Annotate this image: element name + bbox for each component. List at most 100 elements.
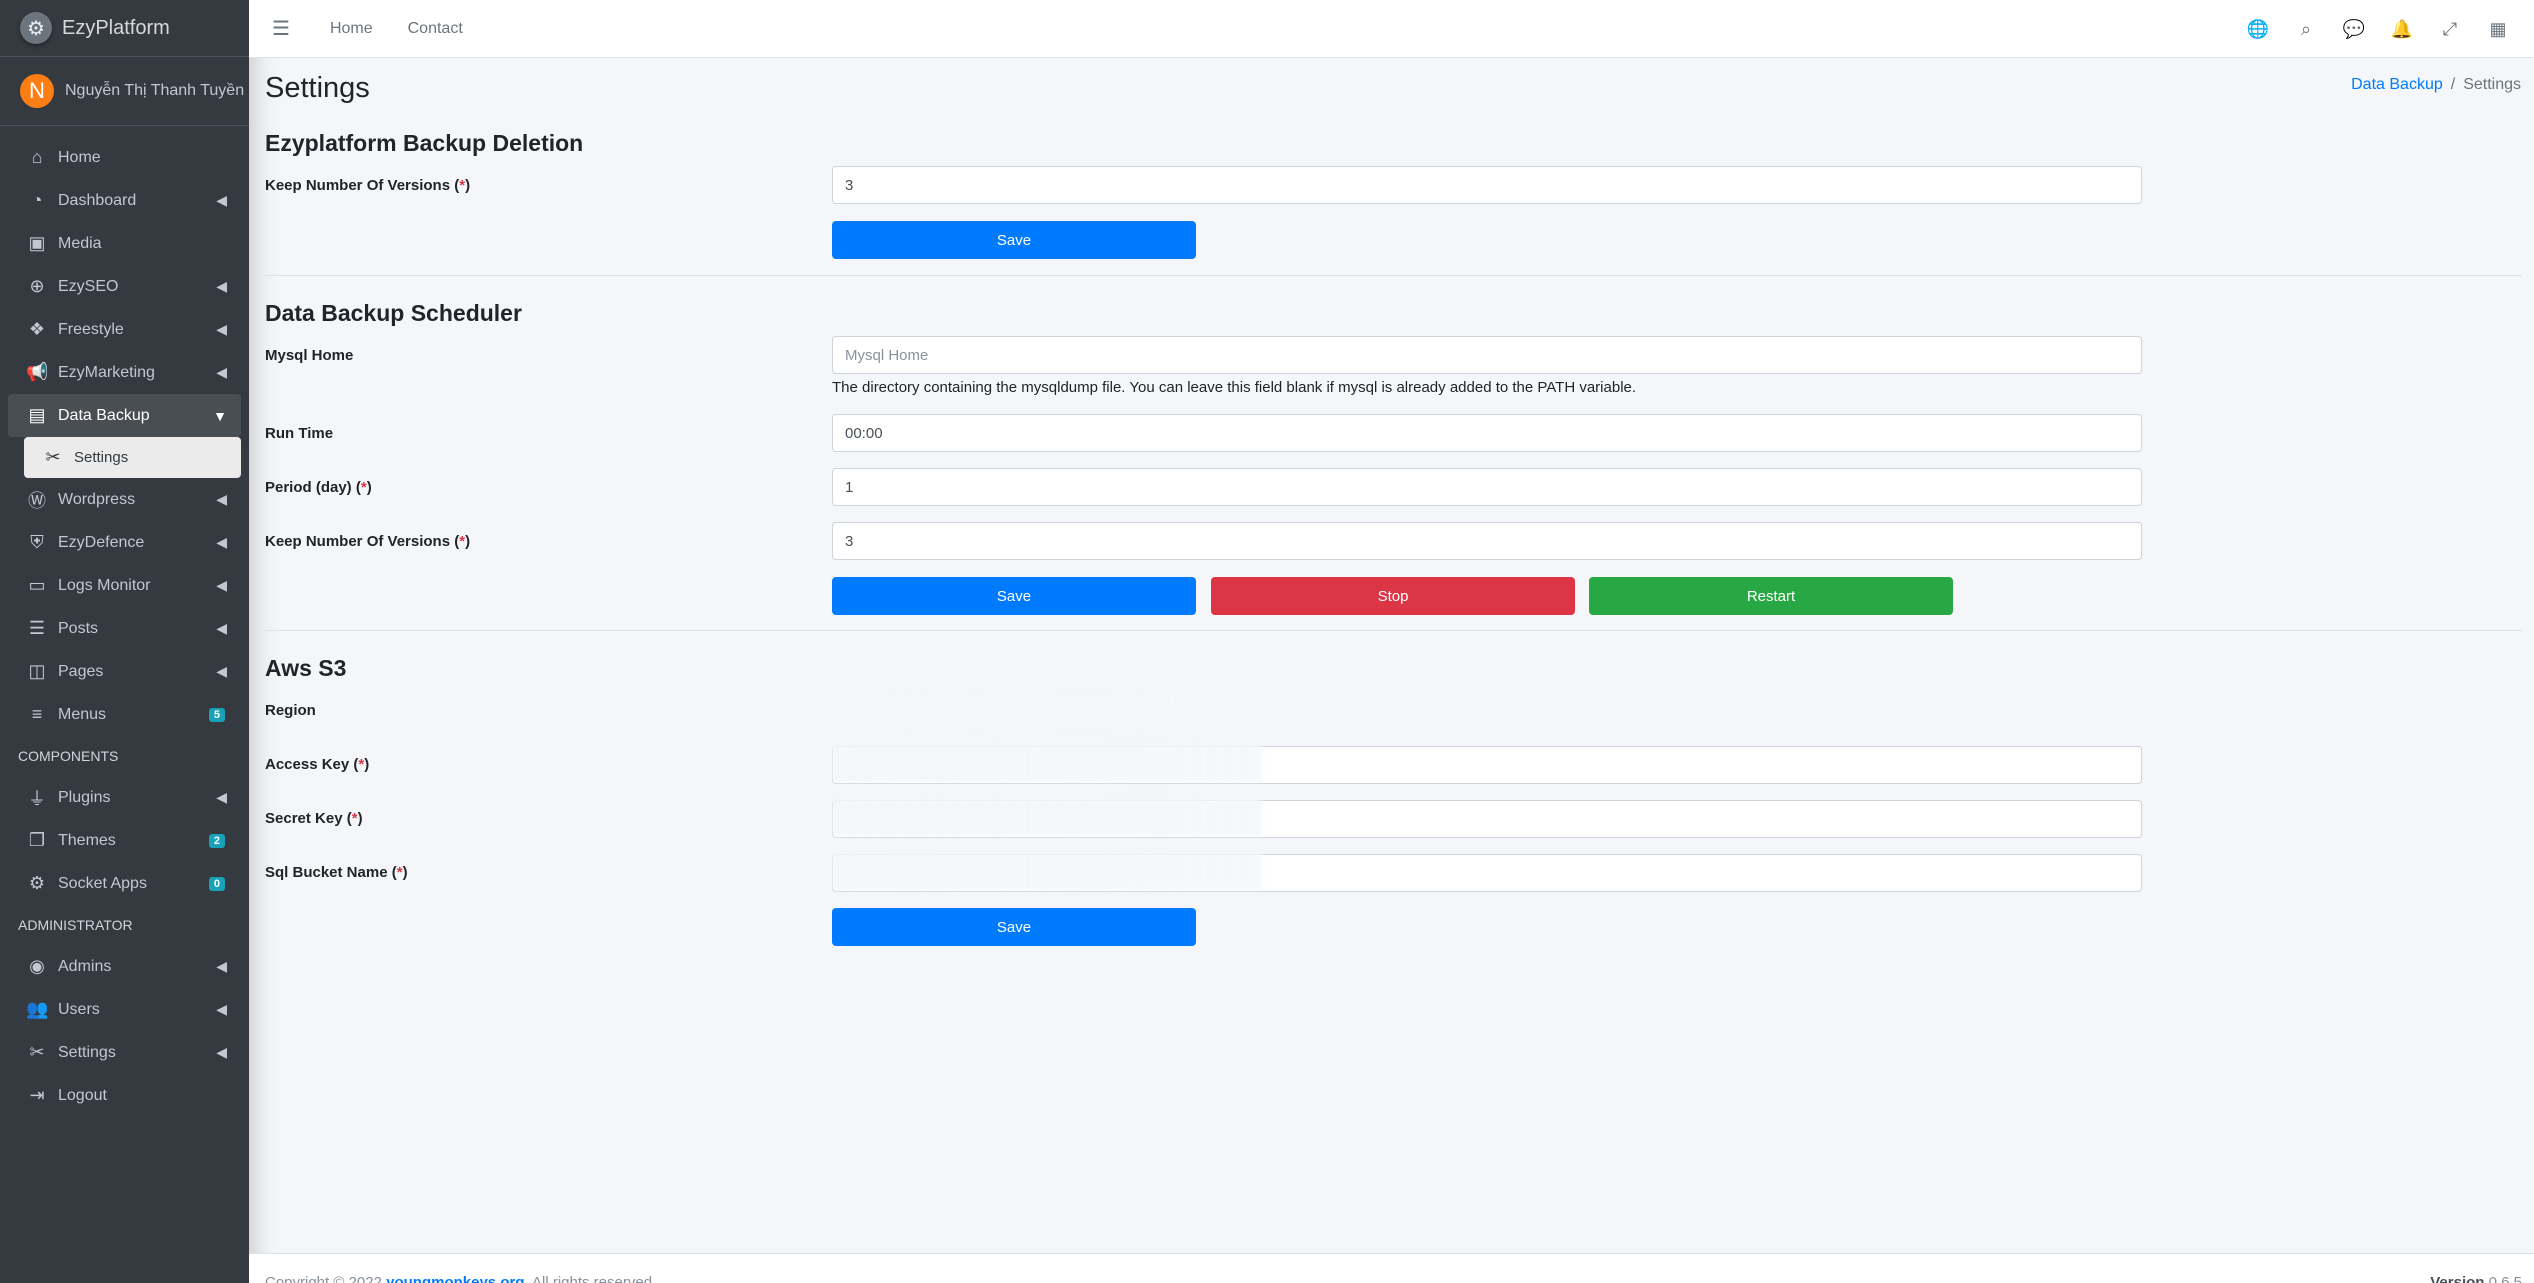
- search-icon[interactable]: ⌕: [2282, 19, 2330, 40]
- breadcrumb-separator: /: [2450, 76, 2456, 93]
- mysql-home-help: The directory containing the mysqldump f…: [832, 379, 1637, 396]
- chevron-left-icon: ◀: [216, 534, 227, 550]
- sidebar-item-socket-apps[interactable]: ⚙ Socket Apps 0: [8, 862, 241, 905]
- secret-key-blur: [832, 798, 1262, 836]
- breadcrumb-data-backup[interactable]: Data Backup: [2351, 76, 2443, 93]
- brand-link[interactable]: ⚙ EzyPlatform: [0, 0, 249, 57]
- deletion-save-button[interactable]: Save: [832, 221, 1196, 259]
- shield-icon: ⛨: [30, 532, 44, 552]
- sidebar-nav: ⌂ Home ◔ Dashboard ◀ ▣ Media ⊕ EzySEO ◀ …: [0, 126, 249, 1117]
- sidebar-item-label: Posts: [58, 619, 99, 637]
- top-navbar: ☰ Home Contact 🌐 ⌕ 💬 🔔 ⤢ ▦: [249, 0, 2534, 58]
- sidebar-item-label: EzyDefence: [58, 533, 145, 551]
- cubes-icon: ❖: [28, 319, 46, 339]
- sidebar-item-ezymarketing[interactable]: 📢 EzyMarketing ◀: [8, 351, 241, 394]
- sidebar: ⚙ EzyPlatform N Nguyễn Thị Thanh Tuyền ⌂…: [0, 0, 249, 1283]
- sidebar-item-ezyseo[interactable]: ⊕ EzySEO ◀: [8, 265, 241, 308]
- aws-save-button[interactable]: Save: [832, 908, 1196, 946]
- chevron-left-icon: ◀: [216, 278, 227, 294]
- sidebar-item-label: Dashboard: [58, 191, 137, 209]
- sidebar-item-ezydefence[interactable]: ⛨ EzyDefence ◀: [8, 521, 241, 564]
- sidebar-item-logs-monitor[interactable]: ▭ Logs Monitor ◀: [8, 564, 241, 607]
- footer-link[interactable]: youngmonkeys.org: [386, 1274, 524, 1283]
- sidebar-item-users[interactable]: 👥 Users ◀: [8, 988, 241, 1031]
- sidebar-item-label: EzySEO: [58, 277, 119, 295]
- menu-toggle-icon[interactable]: ☰: [272, 16, 290, 41]
- top-link-home[interactable]: Home: [330, 20, 373, 38]
- access-key-label: Access Key (*): [265, 756, 370, 773]
- sidebar-item-admins[interactable]: ◉ Admins ◀: [8, 945, 241, 988]
- breadcrumb: Data Backup / Settings: [2351, 76, 2521, 94]
- mysql-home-label: Mysql Home: [265, 347, 354, 364]
- run-time-input[interactable]: 00:00: [832, 414, 2142, 452]
- deletion-keep-label: Keep Number Of Versions (*): [265, 177, 471, 194]
- sidebar-item-dashboard[interactable]: ◔ Dashboard ◀: [8, 179, 241, 222]
- footer-rights: . All rights reserved.: [524, 1274, 657, 1283]
- scheduler-stop-button[interactable]: Stop: [1211, 577, 1575, 615]
- scheduler-restart-button[interactable]: Restart: [1589, 577, 1953, 615]
- box-archive-icon: ▤: [28, 405, 46, 425]
- image-icon: ▣: [28, 233, 46, 253]
- period-label: Period (day) (*): [265, 479, 372, 496]
- sidebar-item-label: Freestyle: [58, 320, 124, 338]
- user-name[interactable]: Nguyễn Thị Thanh Tuyền: [65, 82, 244, 100]
- sidebar-item-wordpress[interactable]: Ⓦ Wordpress ◀: [8, 478, 241, 521]
- bell-icon[interactable]: 🔔: [2378, 19, 2426, 40]
- tools-icon: ✂: [29, 1042, 45, 1062]
- region-input-blurred[interactable]: [832, 692, 1192, 730]
- sidebar-item-label: Wordpress: [58, 490, 136, 508]
- desktop-icon: ▭: [28, 575, 46, 595]
- page-title: Settings: [265, 72, 370, 104]
- newspaper-icon: ☰: [28, 618, 46, 638]
- sidebar-item-label: Plugins: [58, 788, 111, 806]
- secret-key-label: Secret Key (*): [265, 810, 363, 827]
- sidebar-item-label: Themes: [58, 831, 116, 849]
- sidebar-item-label: Users: [58, 1000, 100, 1018]
- comments-icon[interactable]: 💬: [2330, 19, 2378, 40]
- sidebar-item-label: Logout: [58, 1086, 107, 1104]
- sidebar-subitem-settings[interactable]: ✂ Settings: [24, 437, 241, 478]
- sidebar-item-media[interactable]: ▣ Media: [8, 222, 241, 265]
- mysql-home-input[interactable]: Mysql Home: [832, 336, 2142, 374]
- sidebar-item-home[interactable]: ⌂ Home: [8, 136, 241, 179]
- user-panel[interactable]: N Nguyễn Thị Thanh Tuyền: [0, 57, 249, 126]
- grid-icon[interactable]: ▦: [2474, 19, 2522, 40]
- sidebar-item-label: Socket Apps: [58, 874, 147, 892]
- plug-icon: ⏚: [28, 788, 46, 809]
- bucket-name-blur: [832, 852, 1262, 890]
- top-icons: 🌐 ⌕ 💬 🔔 ⤢ ▦: [2234, 0, 2522, 58]
- run-time-label: Run Time: [265, 425, 334, 442]
- globe-icon[interactable]: 🌐: [2234, 19, 2282, 40]
- section-divider: [265, 275, 2522, 276]
- sidebar-item-themes[interactable]: ❐ Themes 2: [8, 819, 241, 862]
- deletion-keep-versions-input[interactable]: 3: [832, 166, 2142, 204]
- footer-version: Version 0.6.5: [2430, 1274, 2522, 1283]
- administrator-header: ADMINISTRATOR: [18, 917, 133, 933]
- sidebar-item-plugins[interactable]: ⏚ Plugins ◀: [8, 776, 241, 819]
- top-link-contact[interactable]: Contact: [408, 20, 463, 38]
- period-input[interactable]: 1: [832, 468, 2142, 506]
- menus-count-badge: 5: [208, 707, 225, 722]
- sidebar-item-pages[interactable]: ◫ Pages ◀: [8, 650, 241, 693]
- sidebar-item-label: Admins: [58, 957, 112, 975]
- chevron-down-icon: ▼: [213, 407, 227, 424]
- sidebar-item-menus[interactable]: ≡ Menus 5: [8, 693, 241, 736]
- sidebar-item-freestyle[interactable]: ❖ Freestyle ◀: [8, 308, 241, 351]
- brand-name: EzyPlatform: [62, 16, 170, 39]
- chevron-left-icon: ◀: [216, 321, 227, 337]
- bars-icon: ≡: [31, 704, 43, 724]
- sidebar-item-data-backup[interactable]: ▤ Data Backup ▼: [8, 394, 241, 437]
- sidebar-item-logout[interactable]: ⇥ Logout: [8, 1074, 241, 1117]
- sidebar-item-posts[interactable]: ☰ Posts ◀: [8, 607, 241, 650]
- scheduler-keep-versions-input[interactable]: 3: [832, 522, 2142, 560]
- dashboard-icon: ◔: [31, 190, 43, 210]
- scheduler-keep-label: Keep Number Of Versions (*): [265, 533, 471, 550]
- chevron-left-icon: ◀: [216, 364, 227, 380]
- scheduler-save-button[interactable]: Save: [832, 577, 1196, 615]
- components-header: COMPONENTS: [18, 748, 119, 764]
- fullscreen-icon[interactable]: ⤢: [2426, 19, 2474, 40]
- bullhorn-icon: 📢: [26, 362, 49, 382]
- sidebar-item-label: Pages: [58, 662, 104, 680]
- sidebar-item-settings[interactable]: ✂ Settings ◀: [8, 1031, 241, 1074]
- scheduler-section-title: Data Backup Scheduler: [265, 300, 522, 326]
